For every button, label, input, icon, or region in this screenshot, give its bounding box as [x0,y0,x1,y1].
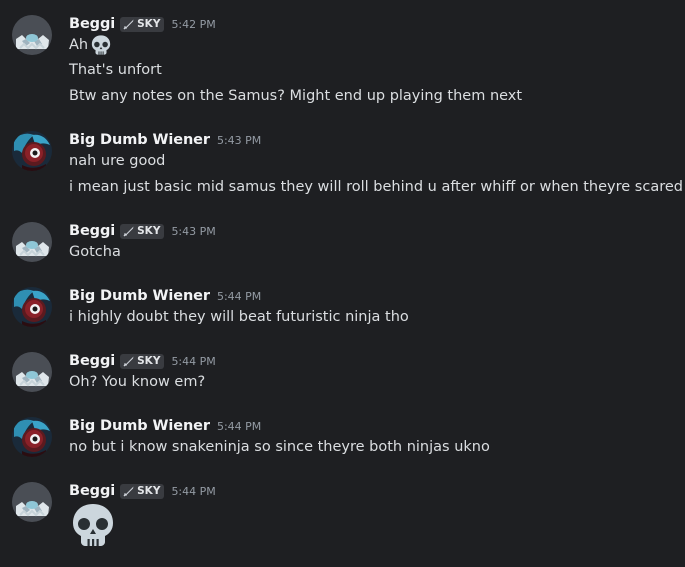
username[interactable]: Beggi [69,16,115,32]
timestamp: 5:44 PM [171,484,216,498]
clan-tag-label: SKY [137,355,161,367]
clan-tag[interactable]: SKY [120,16,165,32]
timestamp: 5:43 PM [171,224,216,238]
message-text: i mean just basic mid samus they will ro… [69,179,683,195]
swords-icon [123,355,135,367]
message-text: Gotcha [69,244,121,260]
message-header: Beggi SKY 5:44 PM [69,480,216,502]
message-header: Beggi SKY 5:44 PM [69,350,216,372]
timestamp: 5:44 PM [216,289,262,303]
avatar[interactable] [12,482,52,522]
message-header: Big Dumb Wiener 5:43 PM [69,129,261,151]
message-header: Beggi SKY 5:43 PM [69,220,216,242]
username[interactable]: Beggi [69,483,115,499]
swords-icon [123,225,135,237]
timestamp: 5:42 PM [171,17,216,31]
avatar[interactable] [12,131,52,171]
message-text: i highly doubt they will beat futuristic… [69,309,409,325]
timestamp: 5:43 PM [216,133,262,147]
timestamp: 5:44 PM [216,419,262,433]
avatar-image [12,15,52,55]
message-text: Ah [69,34,112,56]
username[interactable]: Beggi [69,223,115,239]
avatar[interactable] [12,352,52,392]
swords-icon [123,18,135,30]
avatar-image [12,222,52,262]
avatar[interactable] [12,417,52,457]
message-header: Big Dumb Wiener 5:44 PM [69,415,261,437]
clan-tag-label: SKY [137,225,161,237]
username[interactable]: Big Dumb Wiener [69,418,210,434]
avatar[interactable] [12,222,52,262]
message-text: That's unfort [69,62,162,78]
clan-tag[interactable]: SKY [120,353,165,369]
skull-emoji-icon[interactable] [69,501,117,549]
avatar-image [12,482,52,522]
clan-tag-label: SKY [137,18,161,30]
username[interactable]: Beggi [69,353,115,369]
clan-tag-label: SKY [137,485,161,497]
clan-tag[interactable]: SKY [120,483,165,499]
message-text-content: Ah [69,37,89,53]
skull-emoji-icon[interactable] [90,34,112,56]
avatar-image [12,352,52,392]
message-header: Big Dumb Wiener 5:44 PM [69,285,261,307]
username[interactable]: Big Dumb Wiener [69,132,210,148]
avatar-image [12,287,52,327]
avatar[interactable] [12,287,52,327]
avatar-image [12,131,52,171]
username[interactable]: Big Dumb Wiener [69,288,210,304]
message-text: nah ure good [69,153,166,169]
message-text: no but i know snakeninja so since theyre… [69,439,490,455]
message-header: Beggi SKY 5:42 PM [69,13,216,35]
swords-icon [123,485,135,497]
message-text: Oh? You know em? [69,374,206,390]
avatar-image [12,417,52,457]
chat-message-list: Beggi SKY 5:42 PM Ah That's unfort Btw a… [0,0,685,567]
timestamp: 5:44 PM [171,354,216,368]
message-text: Btw any notes on the Samus? Might end up… [69,88,523,104]
avatar[interactable] [12,15,52,55]
clan-tag[interactable]: SKY [120,223,165,239]
